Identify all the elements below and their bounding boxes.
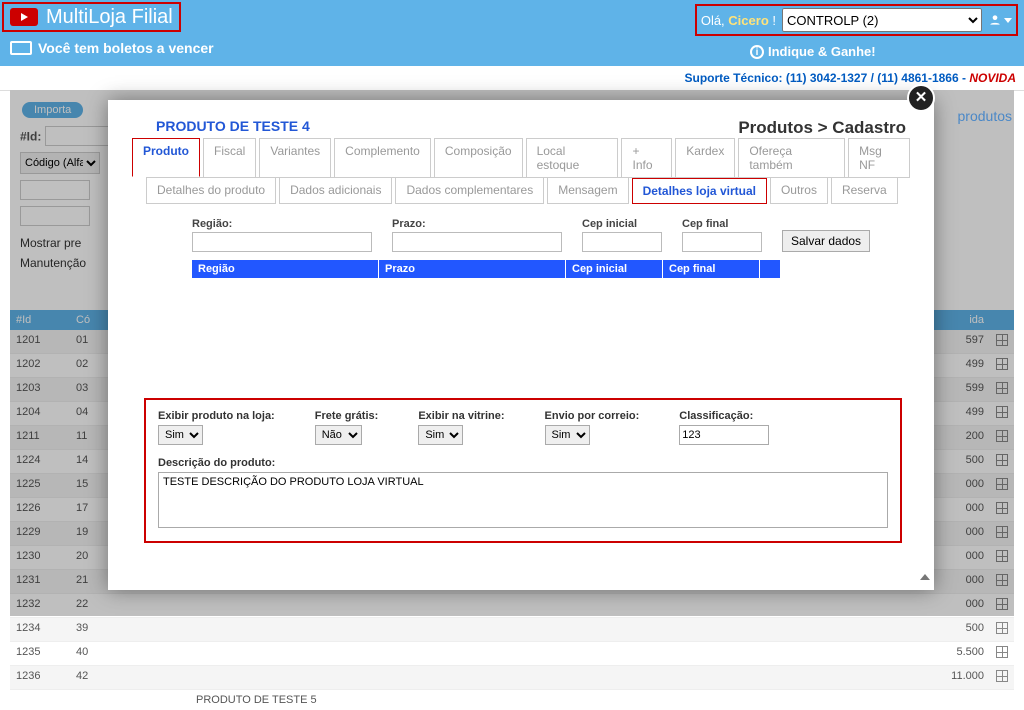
save-shipping-button[interactable]: Salvar dados: [782, 230, 870, 252]
chevron-down-icon: [1004, 18, 1012, 23]
subtab-mensagem[interactable]: Mensagem: [547, 178, 628, 204]
envio-select[interactable]: Sim: [545, 425, 590, 445]
regiao-input[interactable]: [192, 232, 372, 252]
novidades-link[interactable]: NOVIDA: [969, 71, 1016, 85]
subtab-dados-complementares[interactable]: Dados complementares: [395, 178, 544, 204]
tab-variantes[interactable]: Variantes: [259, 138, 331, 177]
grid-icon[interactable]: [996, 622, 1008, 634]
subtab-dados-adicionais[interactable]: Dados adicionais: [279, 178, 392, 204]
tab--info[interactable]: + Info: [621, 138, 672, 177]
frete-select[interactable]: Não: [315, 425, 362, 445]
main-tabs: ProdutoFiscalVariantesComplementoComposi…: [132, 138, 910, 177]
grid-icon[interactable]: [996, 646, 1008, 658]
virtual-store-details: Exibir produto na loja: Sim Frete grátis…: [144, 398, 902, 543]
boletos-text: Você tem boletos a vencer: [38, 40, 214, 56]
cepini-input[interactable]: [582, 232, 662, 252]
tab-ofere-a-tamb-m[interactable]: Ofereça também: [738, 138, 845, 177]
indique-text: Indique & Ganhe!: [768, 44, 876, 59]
prazo-input[interactable]: [392, 232, 562, 252]
exibir-loja-label: Exibir produto na loja:: [158, 410, 275, 422]
table-row[interactable]: 123439500: [10, 618, 1014, 642]
grid-icon[interactable]: [996, 670, 1008, 682]
col-cepini: Cep inicial: [566, 260, 662, 278]
greeting: Olá, Cicero !: [701, 13, 776, 28]
account-area: Olá, Cicero ! CONTROLP (2): [695, 4, 1018, 36]
vitrine-label: Exibir na vitrine:: [418, 410, 504, 422]
account-select[interactable]: CONTROLP (2): [782, 8, 982, 32]
vitrine-select[interactable]: Sim: [418, 425, 463, 445]
tab-produto[interactable]: Produto: [132, 138, 200, 177]
regiao-label: Região:: [192, 218, 372, 230]
indique-link[interactable]: i Indique & Ganhe!: [750, 44, 876, 59]
greet-prefix: Olá,: [701, 13, 728, 28]
brand-box: MultiLoja Filial: [2, 2, 181, 32]
support-text: Suporte Técnico: (11) 3042-1327 / (11) 4…: [685, 71, 970, 85]
monitor-icon: [10, 41, 32, 55]
subtab-detalhes-do-produto[interactable]: Detalhes do produto: [146, 178, 276, 204]
subtab-reserva[interactable]: Reserva: [831, 178, 898, 204]
cepfin-label: Cep final: [682, 218, 762, 230]
prazo-label: Prazo:: [392, 218, 562, 230]
classificacao-input[interactable]: [679, 425, 769, 445]
shipping-form: Região: Prazo: Cep inicial Cep final Sal…: [192, 218, 910, 252]
produtos-tag: produtos: [958, 108, 1012, 124]
user-icon[interactable]: [988, 13, 1012, 27]
modal-close-button[interactable]: ✕: [907, 84, 935, 112]
breadcrumb: Produtos > Cadastro: [738, 118, 906, 138]
col-regiao: Região: [192, 260, 378, 278]
info-icon: i: [750, 45, 764, 59]
brand-name: MultiLoja Filial: [46, 6, 173, 29]
classificacao-label: Classificação:: [679, 410, 769, 422]
descricao-textarea[interactable]: TESTE DESCRIÇÃO DO PRODUTO LOJA VIRTUAL: [158, 472, 888, 528]
shipping-grid-header: Região Prazo Cep inicial Cep final: [192, 260, 910, 278]
boletos-notice[interactable]: Você tem boletos a vencer: [10, 40, 214, 56]
col-action: [760, 260, 780, 278]
cepini-label: Cep inicial: [582, 218, 662, 230]
last-prod-name: PRODUTO DE TESTE 5: [190, 690, 323, 710]
tab-fiscal[interactable]: Fiscal: [203, 138, 256, 177]
scroll-down-icon[interactable]: [920, 566, 930, 580]
subtab-outros[interactable]: Outros: [770, 178, 828, 204]
table-row[interactable]: 12364211.000: [10, 666, 1014, 690]
tab-msg-nf[interactable]: Msg NF: [848, 138, 910, 177]
col-cepfin: Cep final: [663, 260, 759, 278]
support-line: Suporte Técnico: (11) 3042-1327 / (11) 4…: [0, 66, 1024, 91]
descricao-label: Descrição do produto:: [158, 457, 888, 469]
exibir-loja-select[interactable]: Sim: [158, 425, 203, 445]
tab-local-estoque[interactable]: Local estoque: [526, 138, 619, 177]
cepfin-input[interactable]: [682, 232, 762, 252]
envio-label: Envio por correio:: [545, 410, 640, 422]
play-logo-icon: [10, 8, 38, 26]
tab-kardex[interactable]: Kardex: [675, 138, 735, 177]
app-header: MultiLoja Filial Você tem boletos a venc…: [0, 0, 1024, 66]
greet-name: Cicero: [728, 13, 768, 28]
last-visible-row: PRODUTO DE TESTE 5: [10, 690, 1014, 710]
table-row[interactable]: 1235405.500: [10, 642, 1014, 666]
tab-composi-o[interactable]: Composição: [434, 138, 523, 177]
product-modal: PRODUTO DE TESTE 4 Produtos > Cadastro P…: [108, 100, 934, 590]
frete-label: Frete grátis:: [315, 410, 379, 422]
col-prazo: Prazo: [379, 260, 565, 278]
greet-suffix: !: [769, 13, 776, 28]
tab-complemento[interactable]: Complemento: [334, 138, 431, 177]
sub-tabs: Detalhes do produtoDados adicionaisDados…: [146, 177, 910, 204]
subtab-detalhes-loja-virtual[interactable]: Detalhes loja virtual: [632, 178, 767, 204]
